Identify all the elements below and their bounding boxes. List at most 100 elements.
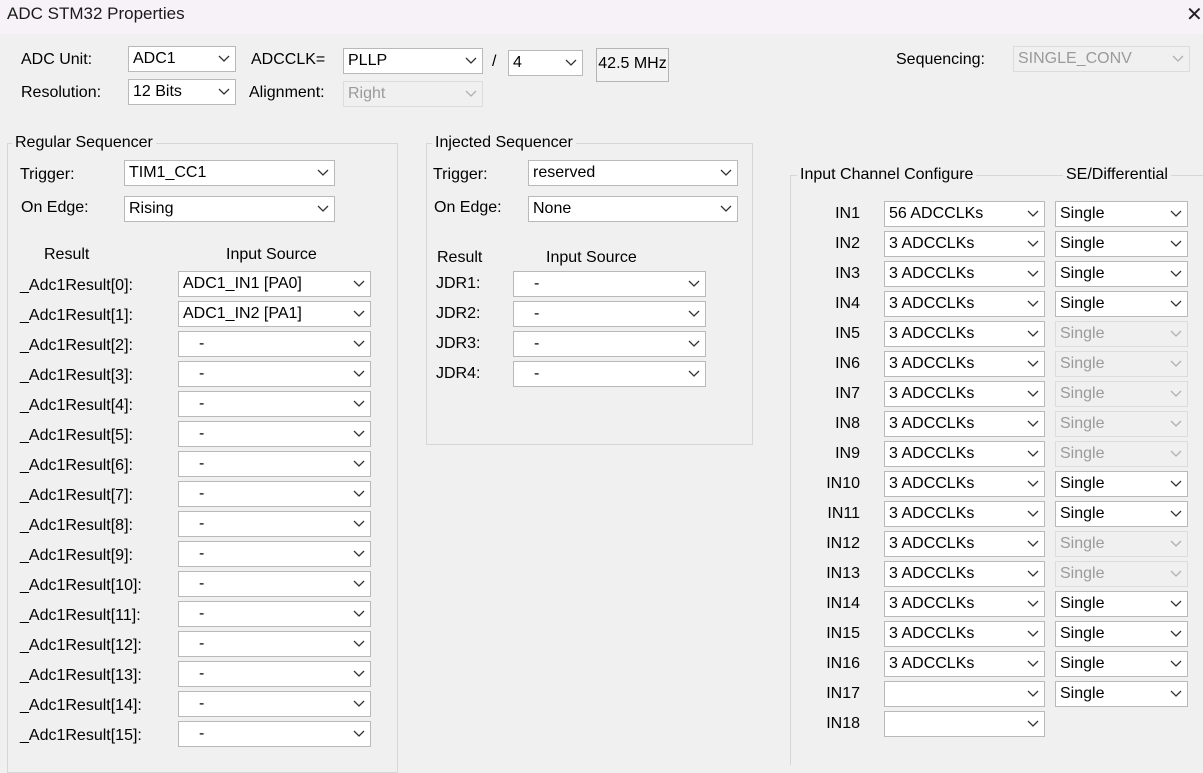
se-diff-select[interactable]: Single [1055,621,1188,647]
chevron-down-icon[interactable] [353,424,365,444]
se-diff-select[interactable]: Single [1055,291,1188,317]
frequency-button[interactable]: 42.5 MHz [596,48,669,82]
injected-source-select[interactable]: - [513,331,706,357]
chevron-down-icon[interactable] [353,694,365,714]
chevron-down-icon[interactable] [353,634,365,654]
regular-source-select[interactable]: - [178,481,371,507]
chevron-down-icon[interactable] [353,604,365,624]
chevron-down-icon[interactable] [1170,684,1182,704]
alignment-select[interactable]: Right [343,81,483,107]
injected-source-select[interactable]: - [513,301,706,327]
se-diff-select[interactable]: Single [1055,591,1188,617]
chevron-down-icon[interactable] [688,274,700,294]
se-diff-select[interactable]: Single [1055,231,1188,257]
chevron-down-icon[interactable] [317,199,329,219]
chevron-down-icon[interactable] [353,394,365,414]
chevron-down-icon[interactable] [353,334,365,354]
chevron-down-icon[interactable] [1027,624,1039,644]
sample-time-select[interactable]: 3 ADCCLKs [884,591,1045,617]
chevron-down-icon[interactable] [1027,414,1039,434]
se-diff-select[interactable]: Single [1055,351,1188,377]
chevron-down-icon[interactable] [1027,234,1039,254]
sample-time-select[interactable]: 3 ADCCLKs [884,231,1045,257]
clock-divider-select[interactable]: 4 [508,50,583,76]
chevron-down-icon[interactable] [353,724,365,744]
chevron-down-icon[interactable] [353,454,365,474]
sample-time-select[interactable] [884,711,1045,737]
chevron-down-icon[interactable] [1170,324,1182,344]
chevron-down-icon[interactable] [1027,384,1039,404]
chevron-down-icon[interactable] [1027,684,1039,704]
chevron-down-icon[interactable] [1170,474,1182,494]
chevron-down-icon[interactable] [353,664,365,684]
chevron-down-icon[interactable] [1027,294,1039,314]
chevron-down-icon[interactable] [1027,534,1039,554]
close-icon[interactable]: ✕ [1186,2,1203,27]
chevron-down-icon[interactable] [1170,564,1182,584]
chevron-down-icon[interactable] [353,274,365,294]
chevron-down-icon[interactable] [353,304,365,324]
regular-source-select[interactable]: - [178,691,371,717]
se-diff-select[interactable]: Single [1055,261,1188,287]
se-diff-select[interactable]: Single [1055,201,1188,227]
chevron-down-icon[interactable] [1170,354,1182,374]
regular-source-select[interactable]: - [178,451,371,477]
se-diff-select[interactable]: Single [1055,681,1188,707]
chevron-down-icon[interactable] [1170,624,1182,644]
chevron-down-icon[interactable] [1172,49,1184,69]
sequencing-select[interactable]: SINGLE_CONV [1013,46,1190,72]
chevron-down-icon[interactable] [1027,714,1039,734]
chevron-down-icon[interactable] [1027,204,1039,224]
regular-source-select[interactable]: - [178,511,371,537]
sample-time-select[interactable]: 3 ADCCLKs [884,441,1045,467]
injected-edge-select[interactable]: None [528,196,738,222]
se-diff-select[interactable]: Single [1055,531,1188,557]
chevron-down-icon[interactable] [1027,444,1039,464]
chevron-down-icon[interactable] [353,574,365,594]
chevron-down-icon[interactable] [353,364,365,384]
regular-source-select[interactable]: - [178,721,371,747]
se-diff-select[interactable]: Single [1055,381,1188,407]
adcclk-source-select[interactable]: PLLP [343,48,483,74]
chevron-down-icon[interactable] [1170,594,1182,614]
chevron-down-icon[interactable] [317,163,329,183]
regular-source-select[interactable]: - [178,571,371,597]
se-diff-select[interactable]: Single [1055,321,1188,347]
regular-source-select[interactable]: ADC1_IN2 [PA1] [178,301,371,327]
sample-time-select[interactable]: 3 ADCCLKs [884,261,1045,287]
chevron-down-icon[interactable] [465,51,477,71]
chevron-down-icon[interactable] [1170,294,1182,314]
chevron-down-icon[interactable] [218,82,230,102]
chevron-down-icon[interactable] [720,199,732,219]
regular-source-select[interactable]: - [178,421,371,447]
regular-source-select[interactable]: - [178,631,371,657]
sample-time-select[interactable]: 3 ADCCLKs [884,651,1045,677]
regular-source-select[interactable]: - [178,601,371,627]
injected-source-select[interactable]: - [513,361,706,387]
regular-source-select[interactable]: - [178,661,371,687]
sample-time-select[interactable]: 56 ADCCLKs [884,201,1045,227]
chevron-down-icon[interactable] [720,163,732,183]
sample-time-select[interactable]: 3 ADCCLKs [884,621,1045,647]
sample-time-select[interactable]: 3 ADCCLKs [884,531,1045,557]
resolution-select[interactable]: 12 Bits [128,79,236,105]
se-diff-select[interactable]: Single [1055,651,1188,677]
sample-time-select[interactable]: 3 ADCCLKs [884,321,1045,347]
regular-edge-select[interactable]: Rising [124,196,335,222]
chevron-down-icon[interactable] [1170,414,1182,434]
chevron-down-icon[interactable] [465,84,477,104]
chevron-down-icon[interactable] [353,484,365,504]
regular-source-select[interactable]: - [178,331,371,357]
chevron-down-icon[interactable] [1170,234,1182,254]
chevron-down-icon[interactable] [353,514,365,534]
injected-trigger-select[interactable]: reserved [528,160,738,186]
sample-time-select[interactable]: 3 ADCCLKs [884,411,1045,437]
sample-time-select[interactable]: 3 ADCCLKs [884,381,1045,407]
chevron-down-icon[interactable] [1170,264,1182,284]
chevron-down-icon[interactable] [1170,654,1182,674]
adc-unit-select[interactable]: ADC1 [128,46,236,72]
chevron-down-icon[interactable] [1027,354,1039,374]
chevron-down-icon[interactable] [1027,474,1039,494]
chevron-down-icon[interactable] [688,304,700,324]
se-diff-select[interactable]: Single [1055,411,1188,437]
